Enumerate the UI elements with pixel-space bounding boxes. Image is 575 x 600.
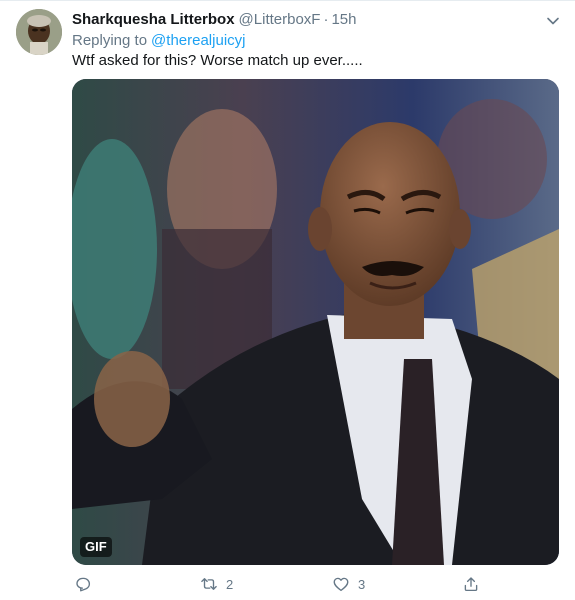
share-button[interactable] [462, 573, 480, 595]
retweet-icon [200, 575, 218, 593]
author-name[interactable]: Sharkquesha Litterbox [72, 11, 235, 28]
avatar[interactable] [16, 9, 62, 55]
replying-to: Replying to @therealjuicyj [72, 31, 245, 51]
like-button[interactable]: 3 [332, 573, 365, 595]
share-icon [462, 575, 480, 593]
tweet-media-gif[interactable]: GIF [72, 79, 559, 565]
gif-badge: GIF [80, 537, 112, 557]
tweet-text: Wtf asked for this? Worse match up ever.… [72, 52, 363, 69]
tweet-actions: 2 3 [72, 573, 502, 595]
author-handle[interactable]: @LitterboxF [239, 11, 321, 28]
retweet-count: 2 [226, 576, 234, 592]
tweet[interactable]: Sharkquesha Litterbox @LitterboxF · 15h Rep… [0, 0, 575, 600]
gif-image [72, 79, 559, 565]
separator-dot: · [323, 11, 329, 28]
reply-mention-link[interactable]: @therealjuicyj [151, 32, 245, 49]
retweet-button[interactable]: 2 [200, 573, 233, 595]
reply-button[interactable] [74, 573, 92, 595]
tweet-timestamp[interactable]: 15h [331, 11, 356, 28]
replying-label: Replying to [72, 32, 148, 49]
like-count: 3 [358, 576, 366, 592]
tweet-header: Sharkquesha Litterbox @LitterboxF · 15h [72, 10, 545, 30]
reply-icon [74, 575, 92, 593]
chevron-down-icon[interactable] [545, 13, 561, 29]
heart-icon [332, 575, 350, 593]
